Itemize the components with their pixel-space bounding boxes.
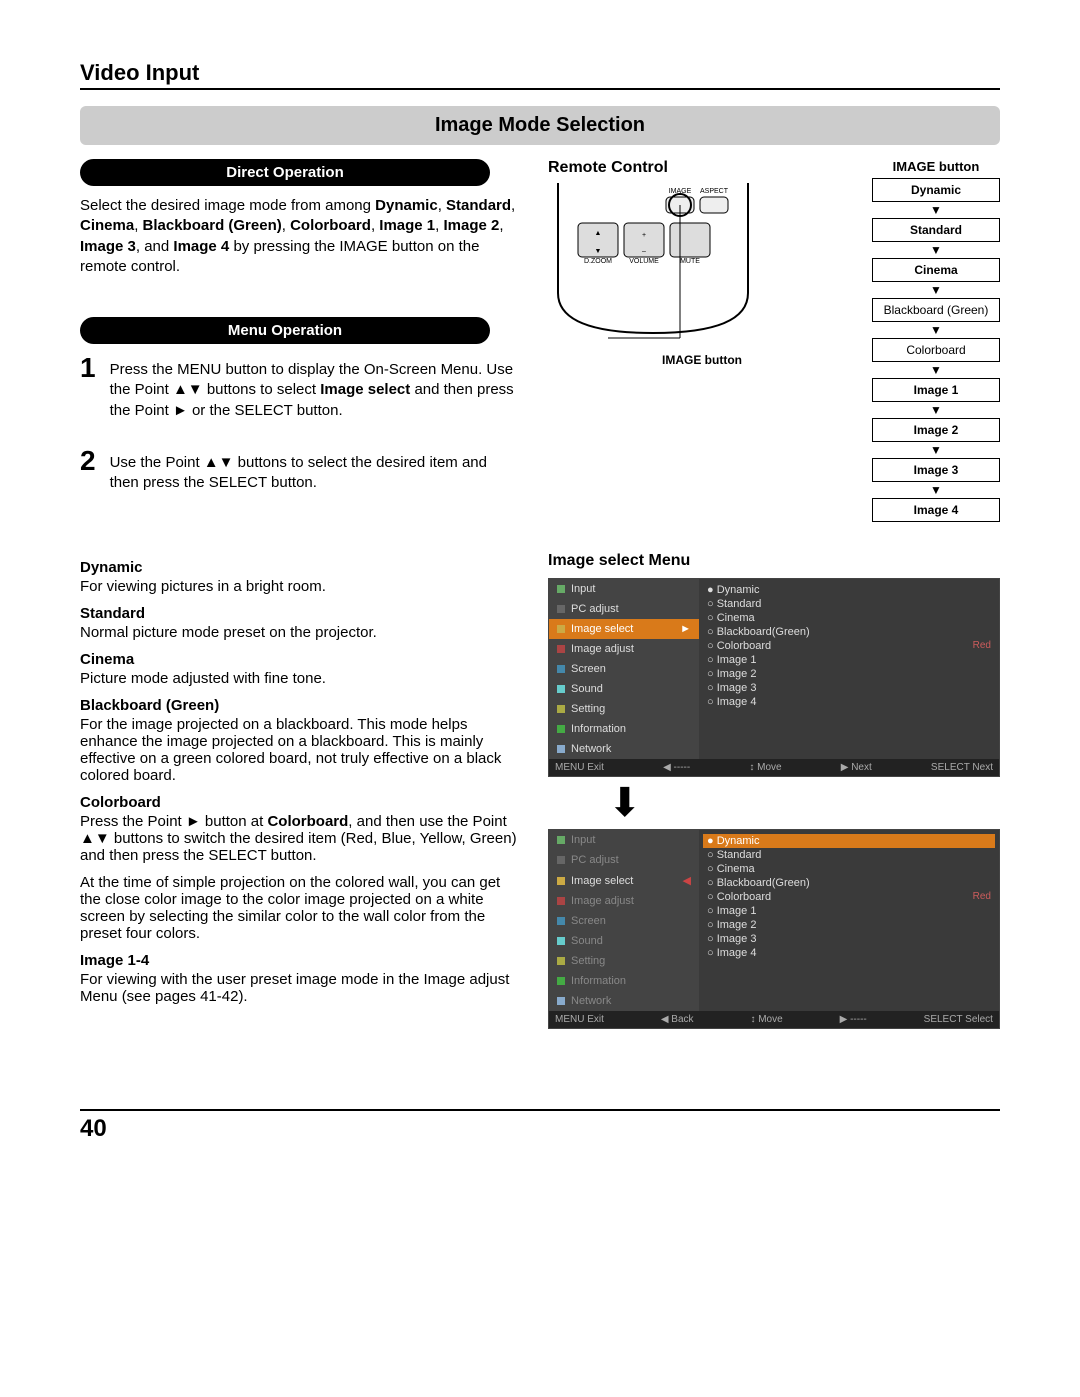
svg-text:MUTE: MUTE [680, 258, 700, 265]
remote-control-label: Remote Control [548, 159, 856, 177]
image-button-caption: IMAGE button [548, 353, 856, 367]
direct-operation-text: Select the desired image mode from among… [80, 196, 518, 277]
page-subtitle: Image Mode Selection [80, 106, 1000, 145]
step-2: 2 Use the Point ▲▼ buttons to select the… [80, 447, 518, 500]
mode-descriptions: DynamicFor viewing pictures in a bright … [80, 559, 518, 1005]
step-number: 2 [80, 447, 96, 500]
down-arrow-icon: ⬇ [608, 783, 1000, 823]
svg-text:▲: ▲ [595, 230, 602, 237]
image-select-menu-label: Image select Menu [548, 552, 1000, 570]
menu-operation-heading: Menu Operation [80, 317, 490, 344]
step-text: Press the MENU button to display the On-… [110, 360, 518, 421]
image-mode-flow: Dynamic▼ Standard▼ Cinema▼ Blackboard (G… [872, 178, 1000, 522]
section-title: Video Input [80, 60, 1000, 90]
step-text: Use the Point ▲▼ buttons to select the d… [110, 453, 518, 494]
step-1: 1 Press the MENU button to display the O… [80, 354, 518, 427]
osd-menu-2: Input PC adjust Image select◀ Image adju… [548, 829, 1000, 1029]
step-number: 1 [80, 354, 96, 427]
osd-menu-1: Input PC adjust Image select► Image adju… [548, 578, 1000, 777]
remote-control-illustration: IMAGE ASPECT ▲▼ D.ZOOM +– VOLUME MUTE [548, 183, 758, 343]
svg-text:▼: ▼ [595, 248, 602, 255]
svg-text:ASPECT: ASPECT [700, 188, 729, 195]
page-number: 40 [80, 1109, 1000, 1143]
direct-operation-heading: Direct Operation [80, 159, 490, 186]
svg-text:–: – [642, 248, 646, 255]
svg-text:VOLUME: VOLUME [629, 258, 659, 265]
svg-text:D.ZOOM: D.ZOOM [584, 258, 612, 265]
svg-text:+: + [642, 232, 646, 239]
flow-title: IMAGE button [872, 159, 1000, 174]
